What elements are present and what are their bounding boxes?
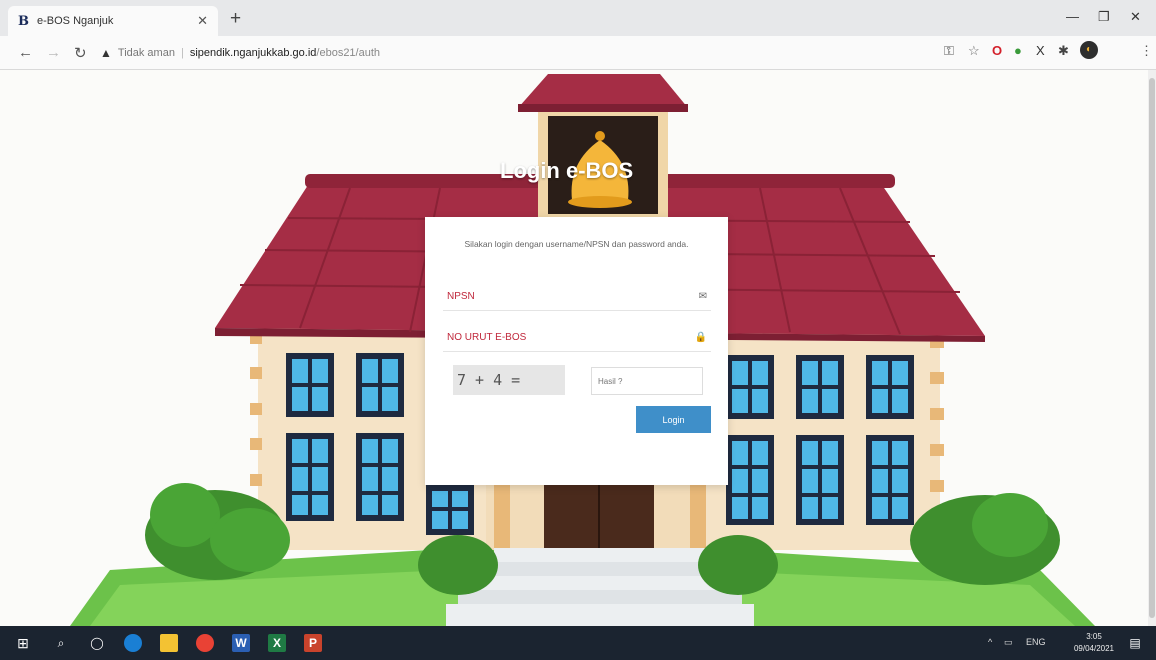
- captcha-question: 7 + 4 =: [453, 365, 565, 395]
- browser-toolbar: ← → ↻ ▲ Tidak aman | sipendik.nganjukkab…: [0, 36, 1156, 70]
- scrollbar-thumb[interactable]: [1149, 78, 1155, 618]
- language-indicator[interactable]: ENG: [1026, 637, 1046, 647]
- tab-title: e-BOS Nganjuk: [37, 15, 114, 27]
- excel-icon[interactable]: X: [268, 634, 286, 652]
- edge-browser-icon[interactable]: [124, 634, 142, 652]
- npsn-input[interactable]: NPSN ✉: [443, 283, 711, 311]
- extension-globe-icon[interactable]: ●: [1014, 43, 1022, 58]
- minimize-button[interactable]: —: [1066, 9, 1079, 24]
- reload-icon[interactable]: ↻: [74, 44, 87, 62]
- url-separator: |: [180, 47, 184, 59]
- search-icon[interactable]: ⌕: [52, 634, 70, 652]
- back-arrow-icon[interactable]: ←: [18, 44, 33, 61]
- tray-chevron-icon[interactable]: ^: [988, 637, 992, 647]
- restore-button[interactable]: ❐: [1098, 9, 1110, 25]
- chrome-icon[interactable]: [196, 634, 214, 652]
- login-button[interactable]: Login: [636, 406, 711, 433]
- key-icon[interactable]: ⚿: [944, 43, 954, 59]
- url-path: /ebos21/auth: [316, 47, 381, 59]
- page-scrollbar[interactable]: [1148, 70, 1156, 626]
- no-urut-placeholder: NO URUT E-BOS: [447, 332, 527, 343]
- url-host: sipendik.nganjukkab.go.id: [189, 47, 317, 59]
- close-window-button[interactable]: ✕: [1130, 9, 1141, 25]
- x-extension-icon[interactable]: X: [1036, 43, 1045, 58]
- word-icon[interactable]: W: [232, 634, 250, 652]
- windows-start-icon[interactable]: ⊞: [14, 634, 32, 652]
- browser-tab[interactable]: B e-BOS Nganjuk ✕: [8, 6, 218, 36]
- battery-icon[interactable]: ▭: [1004, 637, 1013, 648]
- notification-center-icon[interactable]: ▤: [1126, 634, 1144, 652]
- opera-extension-icon[interactable]: O: [992, 43, 1002, 58]
- browser-menu-icon[interactable]: ⋮: [1140, 43, 1153, 59]
- page-viewport: Login e-BOS Silakan login dengan usernam…: [0, 70, 1148, 626]
- npsn-placeholder: NPSN: [447, 291, 475, 302]
- new-tab-button[interactable]: +: [230, 8, 241, 30]
- clock-date: 09/04/2021: [1073, 644, 1115, 653]
- browser-tab-bar: B e-BOS Nganjuk ✕ + — ❐ ✕: [0, 0, 1156, 36]
- warning-triangle-icon: ▲: [100, 46, 112, 60]
- address-bar[interactable]: ▲ Tidak aman | sipendik.nganjukkab.go.id…: [100, 41, 930, 65]
- forward-arrow-icon[interactable]: →: [46, 44, 61, 61]
- star-icon[interactable]: ☆: [968, 43, 980, 59]
- captcha-answer-input[interactable]: [591, 367, 703, 395]
- no-urut-input[interactable]: NO URUT E-BOS 🔒: [443, 324, 711, 352]
- login-intro-text: Silakan login dengan username/NPSN dan p…: [464, 239, 689, 249]
- lock-icon: 🔒: [694, 332, 707, 343]
- login-heading: Login e-BOS: [500, 158, 634, 183]
- file-explorer-icon[interactable]: [160, 634, 178, 652]
- task-view-icon[interactable]: ◯: [88, 634, 106, 652]
- envelope-icon: ✉: [698, 291, 707, 302]
- site-favicon-icon: B: [18, 13, 29, 29]
- login-card: Silakan login dengan username/NPSN dan p…: [425, 217, 728, 485]
- close-tab-icon[interactable]: ✕: [197, 13, 208, 29]
- powerpoint-icon[interactable]: P: [304, 634, 322, 652]
- clock-time: 3:05: [1086, 632, 1102, 641]
- taskbar-clock[interactable]: 3:05 09/04/2021: [1070, 631, 1118, 655]
- profile-avatar[interactable]: ◐: [1080, 41, 1098, 59]
- windows-taskbar: ⊞ ⌕ ◯ W X P ^ ▭ ENG 3:05 09/04/2021 ▤: [0, 626, 1156, 660]
- security-label: Tidak aman: [117, 47, 175, 59]
- puzzle-extensions-icon[interactable]: ✱: [1058, 43, 1069, 59]
